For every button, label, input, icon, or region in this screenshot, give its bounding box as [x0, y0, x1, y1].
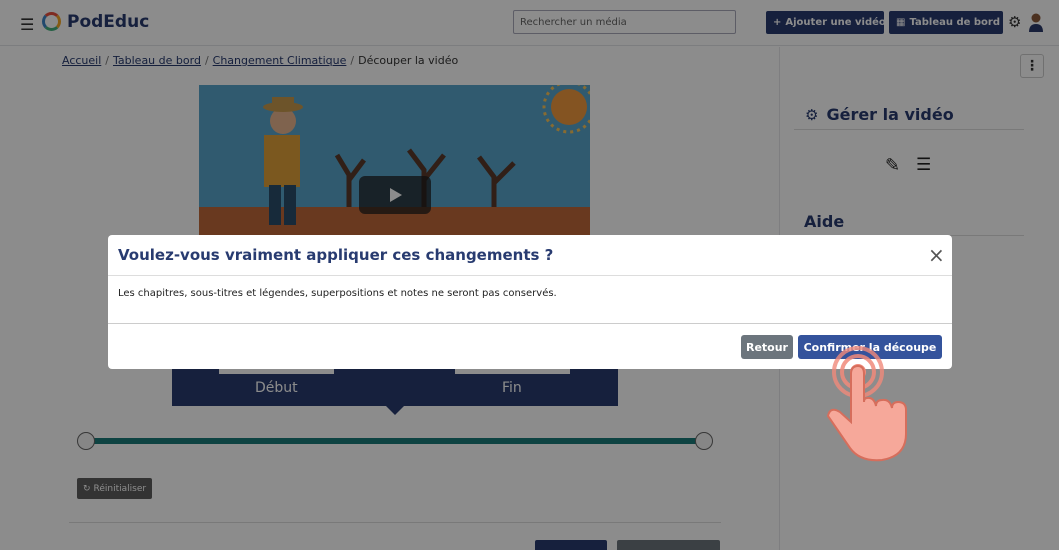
divider [108, 275, 952, 276]
divider [108, 323, 952, 324]
close-icon[interactable]: × [928, 243, 945, 267]
modal-title: Voulez-vous vraiment appliquer ces chang… [118, 246, 554, 264]
pointer-hand-icon [826, 346, 907, 462]
modal-message: Les chapitres, sous-titres et légendes, … [118, 288, 557, 299]
back-button[interactable]: Retour [741, 335, 793, 359]
